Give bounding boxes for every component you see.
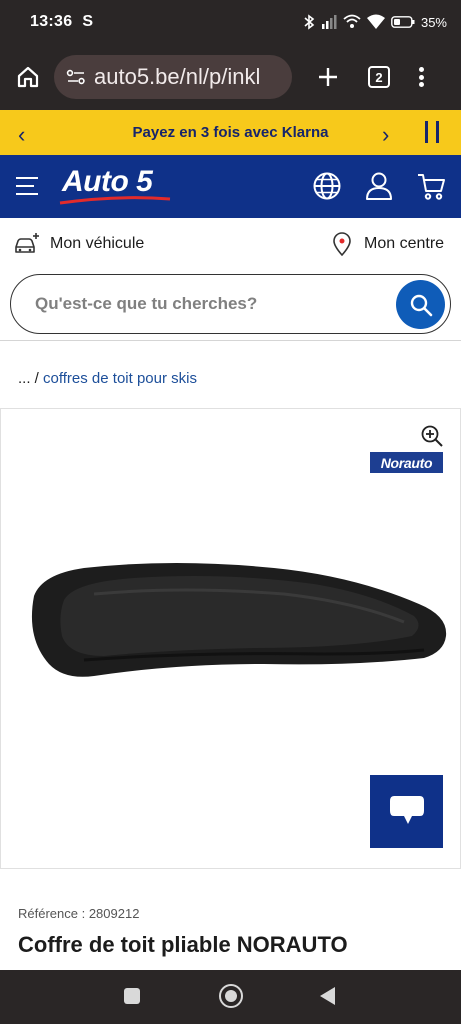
recents-icon[interactable]	[124, 988, 140, 1004]
status-carrier-glyph: S	[82, 13, 94, 30]
plus-icon	[319, 68, 337, 86]
address-bar[interactable]: auto5.be/nl/p/inkl	[54, 55, 292, 99]
my-vehicle-link[interactable]: Mon véhicule	[14, 232, 144, 256]
zoom-in-icon[interactable]	[420, 424, 444, 448]
product-title: Coffre de toit pliable NORAUTO	[18, 932, 348, 957]
car-add-icon	[15, 233, 39, 253]
browser-toolbar: auto5.be/nl/p/inkl 2	[0, 44, 461, 110]
battery-icon	[391, 16, 415, 28]
promo-banner: ‹ Payez en 3 fois avec Klarna ›	[0, 110, 461, 155]
search-box[interactable]: Qu'est-ce que tu cherches?	[10, 274, 451, 334]
header-divider	[0, 340, 461, 341]
url-text: auto5.be/nl/p/inkl	[94, 64, 261, 89]
account-icon[interactable]	[363, 170, 395, 202]
android-nav-bar	[0, 970, 461, 1024]
browser-home-button[interactable]	[12, 61, 44, 93]
signal-icon	[321, 15, 337, 29]
my-centre-label: Mon centre	[364, 235, 445, 252]
home-circle-icon[interactable]	[219, 984, 243, 1008]
breadcrumb-current-link[interactable]: coffres de toit pour skis	[43, 370, 197, 387]
search-button[interactable]	[396, 280, 445, 329]
bluetooth-icon	[303, 14, 315, 30]
breadcrumb: ... / coffres de toit pour skis	[18, 370, 197, 387]
promo-prev-button[interactable]: ‹	[18, 122, 25, 148]
tab-switcher-button[interactable]: 2	[368, 66, 390, 88]
search-icon	[410, 294, 432, 316]
site-settings-icon	[66, 69, 85, 85]
site-header: Auto 5	[0, 155, 461, 218]
cart-icon[interactable]	[415, 170, 447, 202]
auto5-logo[interactable]: Auto 5	[58, 163, 178, 209]
wifi-icon	[366, 14, 385, 30]
back-triangle-icon[interactable]	[320, 987, 335, 1005]
status-icons: 35%	[303, 14, 447, 30]
location-pin-icon	[333, 232, 351, 256]
product-reference: Référence : 2809212	[18, 906, 140, 921]
breadcrumb-ellipsis[interactable]: ... /	[18, 370, 39, 387]
search-input[interactable]: Qu'est-ce que tu cherches?	[35, 294, 257, 314]
utility-row: Mon véhicule Mon centre	[0, 218, 461, 273]
my-vehicle-label: Mon véhicule	[50, 235, 145, 252]
battery-percent: 35%	[420, 14, 447, 30]
home-icon	[17, 66, 39, 88]
my-centre-link[interactable]: Mon centre	[332, 232, 444, 256]
product-roof-box-image[interactable]	[24, 556, 450, 682]
status-time: 13:36	[30, 13, 73, 30]
status-bar: 13:36 S 35%	[0, 0, 461, 44]
header-icons	[311, 170, 447, 202]
language-globe-icon[interactable]	[311, 170, 343, 202]
wifi-calling-icon	[343, 14, 361, 30]
promo-text[interactable]: Payez en 3 fois avec Klarna	[0, 124, 461, 141]
norauto-brand-badge: Norauto	[370, 452, 443, 473]
new-tab-button[interactable]	[314, 63, 342, 91]
screen: 13:36 S 35% auto5.be/nl/p/inkl 2 ‹ Payez…	[0, 0, 461, 1024]
chat-button[interactable]	[370, 775, 443, 848]
browser-menu-button[interactable]	[416, 64, 426, 90]
chat-bubble-icon	[389, 795, 424, 824]
promo-next-button[interactable]: ›	[382, 122, 389, 148]
promo-pause-button[interactable]	[425, 121, 439, 143]
hamburger-menu-icon[interactable]	[16, 177, 38, 195]
